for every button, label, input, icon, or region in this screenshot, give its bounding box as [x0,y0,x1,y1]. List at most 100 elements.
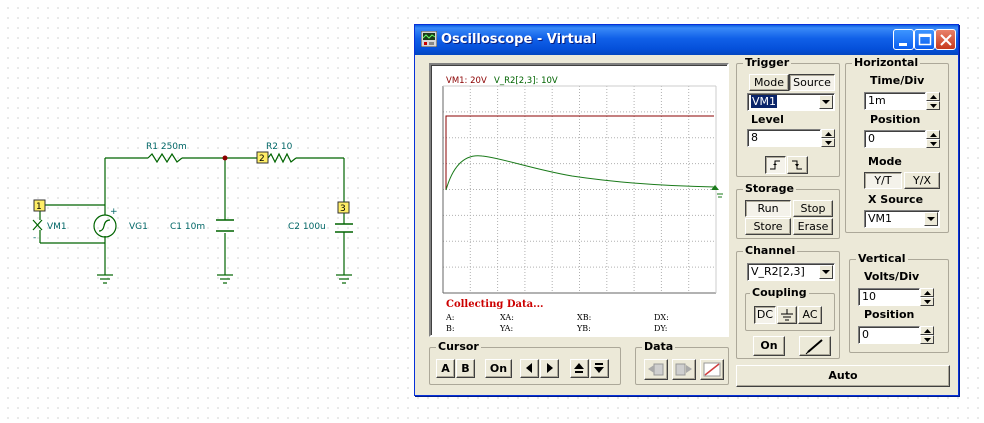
coupling-group: Coupling DC AC [745,286,835,331]
trigger-level-spinner[interactable] [821,129,835,147]
run-button[interactable]: Run [745,200,791,217]
data-title: Data [642,340,676,353]
meas-dy: DY: [654,324,668,333]
source-plus-label: + [110,207,118,217]
trigger-rising-edge-button[interactable] [765,156,786,174]
auto-button[interactable]: Auto [736,365,950,387]
stop-button[interactable]: Stop [793,200,833,217]
r2-label: R2 10 [266,142,293,152]
ground-icon [781,309,793,321]
meas-xb: XB: [577,313,592,322]
xsource-select[interactable]: VM1 [864,210,940,228]
channel-select[interactable]: V_R2[2,3] [747,263,835,281]
close-button[interactable] [935,29,956,50]
node-3-label: 3 [340,204,346,214]
ac-coupling-button[interactable]: AC [798,306,822,324]
probe-pen-icon [805,339,823,355]
spin-down-icon[interactable] [926,101,940,110]
horizontal-title: Horizontal [852,56,921,69]
trigger-mode-button[interactable]: Mode [749,74,789,91]
cursor-left-button[interactable] [520,359,539,378]
hposition-input[interactable]: 0 [864,130,926,148]
yt-mode-button[interactable]: Y/T [864,172,902,189]
vposition-input[interactable]: 0 [858,326,920,344]
cursor-up-button[interactable] [570,359,589,378]
timediv-spinner[interactable] [926,92,940,110]
meas-b: B: [446,324,455,333]
voltage-source-vg1 [93,214,117,238]
meas-dx: DX: [654,313,669,322]
channel-on-button[interactable]: On [753,336,785,356]
data-group: Data [635,340,729,385]
node-1-label: 1 [36,202,42,212]
cursor-group: Cursor A B On [429,340,621,385]
cursor-a-button[interactable]: A [436,359,455,378]
trigger-level-input[interactable]: 8 [747,129,821,147]
probe-button[interactable] [799,336,831,356]
graph-icon [703,362,721,377]
close-icon [940,34,952,46]
spin-down-icon[interactable] [920,335,934,344]
spin-down-icon[interactable] [926,139,940,148]
spin-up-icon[interactable] [926,92,940,101]
c2-label: C2 100u [288,222,326,232]
ground-symbols [97,274,352,284]
chevron-down-icon [927,217,935,221]
meas-yb: YB: [577,324,591,333]
scope-display[interactable]: VM1: 20V V_R2[2,3]: 10V Collecting Data.… [429,63,729,337]
import-icon [648,363,664,376]
trigger-source-select[interactable]: VM1 [747,93,835,111]
meas-ya: YA: [500,324,514,333]
r1-resistor [147,152,183,164]
maximize-button[interactable] [914,29,935,50]
spin-up-icon[interactable] [920,326,934,335]
trigger-level-label: Level [751,113,784,126]
coupling-title: Coupling [750,286,809,299]
r1-label: R1 250m [146,142,187,152]
trigger-group: Trigger Mode Source VM1 Level 8 [736,56,840,177]
hposition-spinner[interactable] [926,130,940,148]
spin-up-icon[interactable] [821,129,835,138]
data-export-button[interactable] [672,359,696,380]
voltsdiv-spinner[interactable] [920,288,934,306]
horizontal-group: Horizontal Time/Div 1m Position 0 Mode Y… [845,56,949,233]
maximize-icon [918,33,932,46]
cursor-on-button[interactable]: On [485,359,512,378]
channel-group: Channel V_R2[2,3] Coupling DC AC On [736,244,840,359]
store-button[interactable]: Store [745,218,791,235]
data-import-button[interactable] [644,359,668,380]
dc-coupling-button[interactable]: DC [754,306,776,324]
c1-capacitor [216,219,234,232]
cursor-b-button[interactable]: B [456,359,475,378]
spin-up-icon[interactable] [926,130,940,139]
status-text: Collecting Data... [446,299,544,310]
cursor-right-button[interactable] [540,359,559,378]
trigger-source-button[interactable]: Source [789,74,835,91]
yx-mode-button[interactable]: Y/X [904,172,940,189]
minimize-button[interactable] [893,29,914,50]
rising-edge-icon [770,160,780,170]
gnd-coupling-button[interactable] [777,306,797,324]
erase-button[interactable]: Erase [793,218,833,235]
oscilloscope-app-icon [421,31,437,47]
trigger-falling-edge-button[interactable] [787,156,808,174]
cursor-down-button[interactable] [590,359,609,378]
trigger-source-value: VM1 [751,95,778,108]
data-graph-button[interactable] [700,359,724,380]
vertical-group: Vertical Volts/Div 10 Position 0 [849,252,949,353]
meas-xa: XA: [500,313,514,322]
trigger-source-dropdown[interactable] [819,95,833,109]
vposition-spinner[interactable] [920,326,934,344]
voltsdiv-input[interactable]: 10 [858,288,920,306]
falling-edge-icon [792,160,802,170]
spin-up-icon[interactable] [920,288,934,297]
r2-resistor [267,152,297,164]
channel-dropdown[interactable] [819,265,833,279]
timediv-input[interactable]: 1m [864,92,926,110]
voltsdiv-label: Volts/Div [864,270,920,283]
spin-down-icon[interactable] [821,138,835,147]
xsource-dropdown[interactable] [924,212,938,226]
spin-down-icon[interactable] [920,297,934,306]
minimize-icon [899,43,907,46]
title-bar[interactable]: Oscilloscope - Virtual [415,25,958,55]
